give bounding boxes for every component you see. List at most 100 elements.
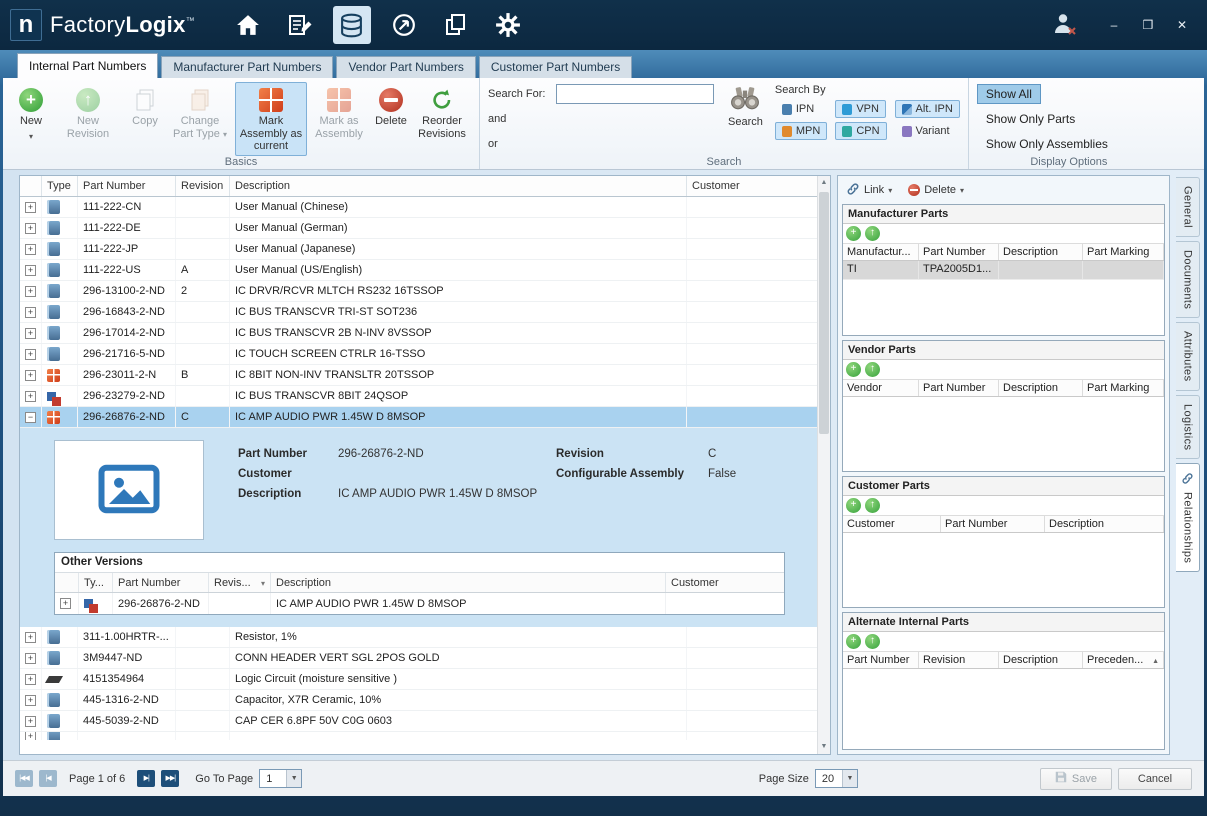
table-row[interactable]: 111-222-JP User Manual (Japanese) <box>20 239 819 260</box>
tab-manufacturer-part-numbers[interactable]: Manufacturer Part Numbers <box>161 56 334 78</box>
vertical-scrollbar[interactable] <box>817 176 830 754</box>
column-header-part-number[interactable]: Part Number <box>113 573 209 592</box>
last-page-button[interactable] <box>161 770 180 787</box>
filter-cpn[interactable]: CPN <box>835 122 887 140</box>
expand-toggle[interactable] <box>25 264 36 276</box>
home-icon[interactable] <box>229 6 267 44</box>
table-row[interactable]: 111-222-CN User Manual (Chinese) <box>20 197 819 218</box>
side-tab-general[interactable]: General <box>1176 177 1200 237</box>
column-header-part-number[interactable]: Part Number <box>919 244 999 260</box>
filter-caret-icon[interactable] <box>261 577 265 589</box>
column-header-description[interactable]: Description <box>230 176 687 196</box>
save-button[interactable]: Save <box>1039 767 1112 790</box>
mark-as-assembly-button[interactable]: Mark as Assembly <box>309 82 369 143</box>
expand-toggle[interactable] <box>25 652 36 664</box>
next-page-button[interactable] <box>137 770 156 787</box>
display-option-show-all[interactable]: Show All <box>976 84 1041 104</box>
table-row[interactable]: 296-17014-2-ND IC BUS TRANSCVR 2B N-INV … <box>20 323 819 344</box>
column-header-revision[interactable]: Revision <box>176 176 230 196</box>
column-header-description[interactable]: Description <box>999 380 1083 396</box>
filter-variant[interactable]: Variant <box>895 122 957 140</box>
table-row[interactable]: 296-16843-2-ND IC BUS TRANSCVR TRI-ST SO… <box>20 302 819 323</box>
column-header-description[interactable]: Description <box>271 573 666 592</box>
page-size-select[interactable]: 20 <box>814 769 858 788</box>
new-revision-button[interactable]: ↑ New Revision <box>53 82 123 143</box>
navigate-icon[interactable] <box>385 6 423 44</box>
promote-alternate-icon[interactable]: ↑ <box>865 226 880 241</box>
table-row[interactable]: 296-13100-2-ND 2 IC DRVR/RCVR MLTCH RS23… <box>20 281 819 302</box>
filter-ipn[interactable]: IPN <box>775 100 821 118</box>
column-header-customer[interactable]: Customer <box>687 176 819 196</box>
new-button[interactable]: + New <box>11 82 51 145</box>
table-row[interactable]: 4151354964 Logic Circuit (moisture sensi… <box>20 669 819 690</box>
column-header-manufactur[interactable]: Manufactur... <box>843 244 919 260</box>
close-icon[interactable] <box>1175 18 1189 32</box>
documents-icon[interactable] <box>437 6 475 44</box>
expand-toggle[interactable] <box>25 673 36 685</box>
table-row[interactable]: 445-1316-2-ND Capacitor, X7R Ceramic, 10… <box>20 690 819 711</box>
side-tab-logistics[interactable]: Logistics <box>1176 394 1200 460</box>
table-row[interactable]: 445-5039-2-ND CAP CER 6.8PF 50V C0G 0603 <box>20 711 819 732</box>
go-to-page-select[interactable]: 1 <box>259 769 303 788</box>
link-button[interactable]: Link <box>846 182 892 199</box>
add-alternate-icon[interactable]: + <box>846 634 861 649</box>
add-alternate-icon[interactable]: + <box>846 498 861 513</box>
scroll-down-icon[interactable] <box>818 740 830 754</box>
column-header-description[interactable]: Description <box>999 652 1083 668</box>
parts-library-icon[interactable] <box>332 6 371 44</box>
settings-icon[interactable] <box>489 6 527 44</box>
delete-button[interactable]: Delete <box>371 82 411 131</box>
previous-page-button[interactable] <box>39 770 57 787</box>
table-row[interactable]: 311-1.00HRTR-... Resistor, 1% <box>20 627 819 648</box>
add-alternate-icon[interactable]: + <box>846 226 861 241</box>
delete-link-button[interactable]: Delete <box>908 184 964 196</box>
column-header-part-marking[interactable]: Part Marking <box>1083 244 1164 260</box>
tab-vendor-part-numbers[interactable]: Vendor Part Numbers <box>336 56 476 78</box>
promote-alternate-icon[interactable]: ↑ <box>865 362 880 377</box>
worksheet-icon[interactable] <box>281 6 319 44</box>
part-image-placeholder[interactable] <box>54 440 204 540</box>
column-header-part-number[interactable]: Part Number <box>843 652 919 668</box>
table-row[interactable]: 296-21716-5-ND IC TOUCH SCREEN CTRLR 16-… <box>20 344 819 365</box>
column-header-revision[interactable]: Revision <box>919 652 999 668</box>
table-row[interactable] <box>20 732 819 740</box>
column-header-type[interactable]: Type <box>42 176 78 196</box>
filter-vpn[interactable]: VPN <box>835 100 886 118</box>
reorder-revisions-button[interactable]: Reorder Revisions <box>413 82 471 143</box>
promote-alternate-icon[interactable]: ↑ <box>865 634 880 649</box>
display-option-show-only-assemblies[interactable]: Show Only Assemblies <box>977 134 1117 154</box>
column-header-vendor[interactable]: Vendor <box>843 380 919 396</box>
table-row[interactable]: 111-222-DE User Manual (German) <box>20 218 819 239</box>
table-row[interactable]: 296-23279-2-ND IC BUS TRANSCVR 8BIT 24QS… <box>20 386 819 407</box>
side-tab-documents[interactable]: Documents <box>1176 240 1200 319</box>
side-tab-attributes[interactable]: Attributes <box>1176 322 1200 391</box>
column-header-part-number[interactable]: Part Number <box>941 516 1045 532</box>
filter-mpn[interactable]: MPN <box>774 122 828 140</box>
other-version-row[interactable]: 296-26876-2-ND IC AMP AUDIO PWR 1.45W D … <box>55 593 784 614</box>
expand-toggle[interactable] <box>25 306 36 318</box>
filter-alt-ipn[interactable]: Alt. IPN <box>894 100 960 118</box>
tab-customer-part-numbers[interactable]: Customer Part Numbers <box>478 56 633 78</box>
minimize-icon[interactable] <box>1107 18 1121 32</box>
first-page-button[interactable] <box>15 770 33 787</box>
column-header-description[interactable]: Description <box>999 244 1083 260</box>
expand-toggle[interactable] <box>25 243 36 255</box>
column-header-part-number[interactable]: Part Number <box>919 380 999 396</box>
expand-toggle[interactable] <box>60 598 71 609</box>
table-row[interactable]: 296-23011-2-N B IC 8BIT NON-INV TRANSLTR… <box>20 365 819 386</box>
column-header-part-number[interactable]: Part Number <box>78 176 176 196</box>
expand-toggle[interactable] <box>25 715 36 727</box>
change-part-type-button[interactable]: Change Part Type <box>167 82 233 143</box>
display-option-show-only-parts[interactable]: Show Only Parts <box>977 109 1084 129</box>
expand-toggle[interactable] <box>25 222 36 234</box>
expand-toggle[interactable] <box>25 694 36 706</box>
table-row[interactable]: 111-222-US A User Manual (US/English) <box>20 260 819 281</box>
column-header-revision[interactable]: Revis... <box>209 573 271 592</box>
tab-internal-part-numbers[interactable]: Internal Part Numbers <box>17 53 159 78</box>
add-alternate-icon[interactable]: + <box>846 362 861 377</box>
search-button[interactable]: Search <box>728 84 763 128</box>
column-header-customer[interactable]: Customer <box>843 516 941 532</box>
expand-toggle[interactable] <box>25 201 36 213</box>
expand-toggle[interactable] <box>25 285 36 297</box>
promote-alternate-icon[interactable]: ↑ <box>865 498 880 513</box>
